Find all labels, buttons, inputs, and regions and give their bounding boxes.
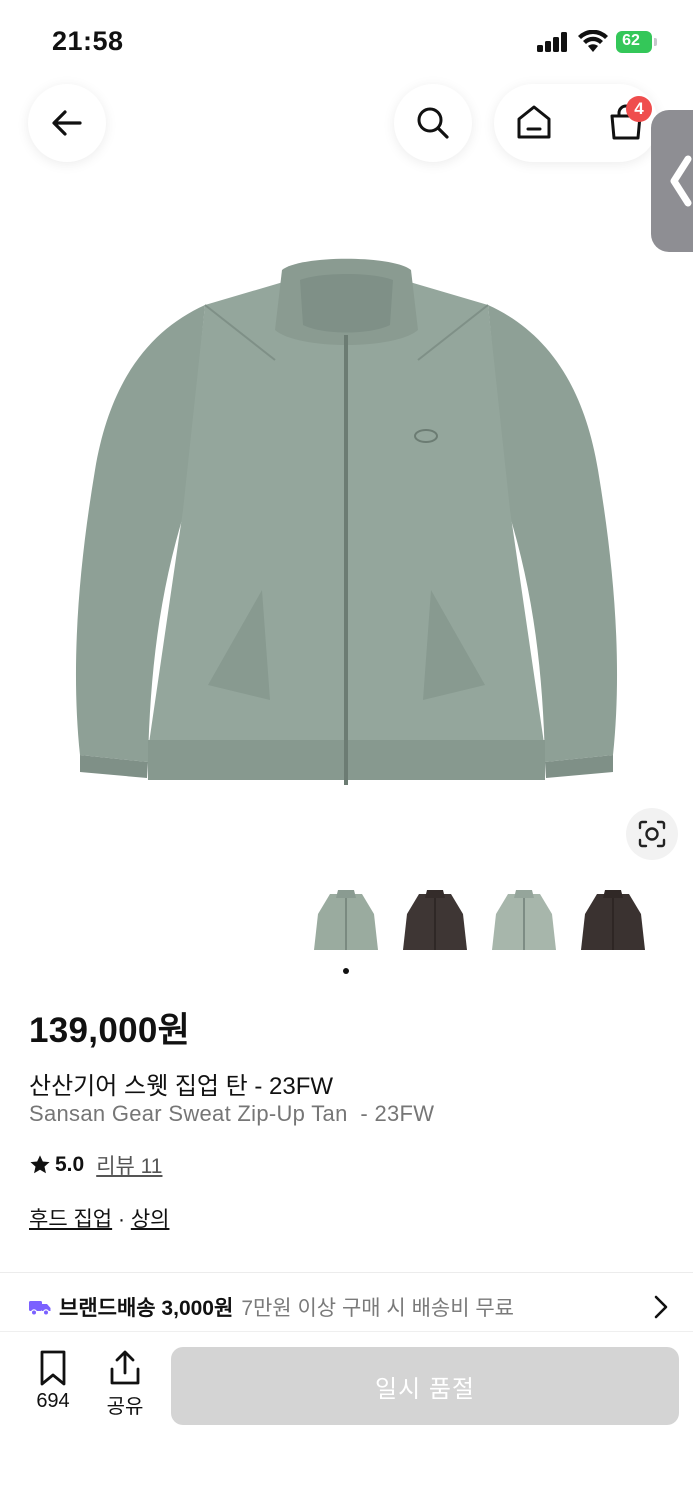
rating-score: 5.0 xyxy=(55,1153,85,1176)
arrow-left-icon xyxy=(52,110,82,136)
section-divider xyxy=(0,1272,693,1273)
chevron-right-icon xyxy=(654,1295,668,1319)
search-button[interactable] xyxy=(394,84,472,162)
thumbnail-brown-zip-up[interactable] xyxy=(397,884,473,960)
status-time: 21:58 xyxy=(52,26,124,56)
carousel-indicator-dot xyxy=(343,968,349,974)
product-name-korean: 산산기어 스웻 집업 탄 - 23FW xyxy=(29,1073,334,1100)
save-count: 694 xyxy=(36,1390,70,1412)
home-icon[interactable] xyxy=(514,102,554,142)
save-button[interactable]: 694 xyxy=(28,1350,78,1420)
thumbnail-brown-zip-up[interactable] xyxy=(575,884,651,960)
share-label: 공유 xyxy=(106,1396,144,1418)
shipping-info-row[interactable]: 브랜드배송 3,000원 7만원 이상 구매 시 배송비 무료 xyxy=(29,1290,669,1324)
image-search-button[interactable] xyxy=(626,808,678,860)
share-icon xyxy=(110,1350,140,1385)
chevron-left-icon xyxy=(670,155,692,207)
cellular-signal-icon xyxy=(537,32,569,52)
rating-row: 5.0 리뷰 11 xyxy=(29,1150,162,1180)
category-link-hood-zip-up[interactable]: 후드 집업 xyxy=(29,1208,112,1231)
shipping-fee: 브랜드배송 3,000원 xyxy=(59,1297,234,1320)
battery-level: 62 xyxy=(622,32,640,49)
share-button[interactable]: 공유 xyxy=(100,1350,150,1420)
star-icon xyxy=(30,1155,50,1174)
product-price: 139,000원 xyxy=(29,1011,191,1050)
lens-scan-icon xyxy=(638,820,666,848)
back-button[interactable] xyxy=(28,84,106,162)
thumbnail-green-zip-up[interactable] xyxy=(308,884,384,960)
review-link[interactable]: 리뷰 11 xyxy=(96,1150,162,1180)
search-icon xyxy=(417,107,449,139)
battery-icon: 62 xyxy=(616,31,658,53)
wifi-icon xyxy=(578,30,608,52)
free-shipping-note: 7만원 이상 구매 시 배송비 무료 xyxy=(241,1297,515,1320)
bookmark-icon xyxy=(40,1350,66,1386)
product-name-english: Sansan Gear Sweat Zip-Up Tan - 23FW xyxy=(29,1101,435,1126)
delivery-truck-icon xyxy=(29,1301,51,1316)
cart-count-badge: 4 xyxy=(626,96,652,122)
thumbnail-green-zip-up[interactable] xyxy=(486,884,562,960)
category-link-tops[interactable]: 상의 xyxy=(131,1208,170,1231)
product-image[interactable] xyxy=(0,210,693,830)
category-separator: · xyxy=(117,1208,125,1231)
category-breadcrumb: 후드 집업 · 상의 xyxy=(29,1203,169,1233)
thumbnail-strip xyxy=(308,884,658,960)
sold-out-button[interactable]: 일시 품절 xyxy=(171,1347,679,1425)
